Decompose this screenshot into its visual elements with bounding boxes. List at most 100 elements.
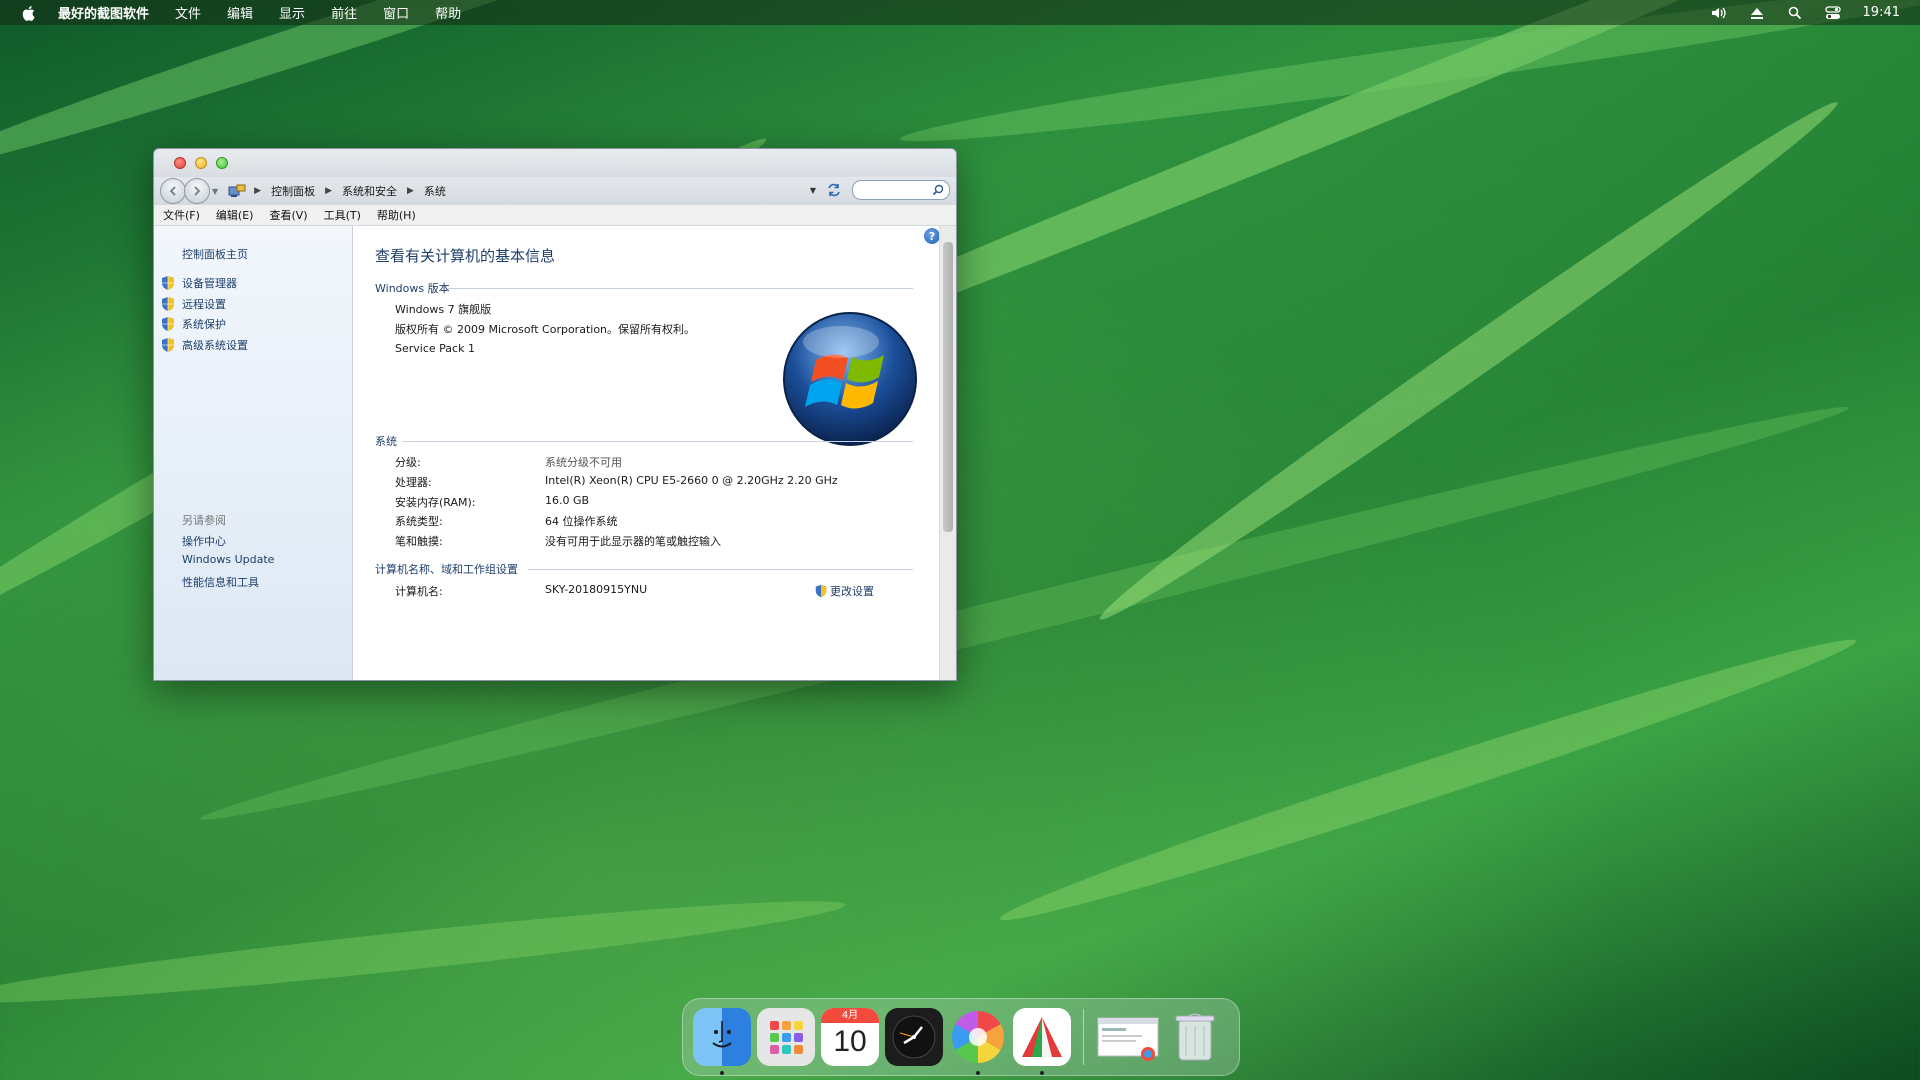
system-type-label: 系统类型: — [395, 515, 443, 528]
color-wheel-icon[interactable] — [949, 1008, 1007, 1075]
forward-arrow-icon — [194, 186, 201, 196]
calendar-icon[interactable]: 4月 10 — [821, 1008, 879, 1066]
trash-icon[interactable] — [1166, 1008, 1224, 1066]
launchpad-icon[interactable] — [757, 1008, 815, 1066]
menu-view[interactable]: 查看(V) — [269, 207, 307, 223]
breadcrumb-system[interactable]: 系统 — [424, 183, 446, 199]
shield-icon — [162, 276, 174, 290]
breadcrumb-control-panel[interactable]: 控制面板 — [271, 183, 315, 199]
breadcrumb-separator: ▶ — [254, 186, 262, 196]
pen-touch-value: 没有可用于此显示器的笔或触控输入 — [545, 535, 721, 548]
window-menubar: 文件(F) 编辑(E) 查看(V) 工具(T) 帮助(H) — [154, 205, 956, 226]
system-heading: 系统 — [375, 435, 397, 448]
sidebar-item-advanced-settings[interactable]: 高级系统设置 — [160, 337, 248, 353]
sidebar-item-system-protection[interactable]: 系统保护 — [160, 316, 226, 332]
breadcrumb-system-security[interactable]: 系统和安全 — [342, 183, 397, 199]
processor-value: Intel(R) Xeon(R) CPU E5-2660 0 @ 2.20GHz… — [545, 474, 838, 487]
minimize-button[interactable] — [195, 157, 207, 169]
volume-icon[interactable] — [1711, 5, 1727, 21]
shield-icon — [162, 297, 174, 311]
shield-icon — [815, 584, 827, 598]
action-center-link[interactable]: 操作中心 — [182, 533, 226, 549]
sidebar-item-label: 远程设置 — [182, 298, 226, 311]
ball-icon[interactable] — [1013, 1008, 1071, 1075]
pen-touch-label: 笔和触摸: — [395, 535, 443, 548]
see-also-heading: 另请参阅 — [182, 514, 226, 527]
running-indicator — [720, 1071, 724, 1075]
window-content: 控制面板主页 设备管理器 远程设置 系统保护 高级系统设置 另请参阅 操作中心 … — [154, 226, 956, 680]
menu-file[interactable]: 文件(F) — [163, 207, 200, 223]
refresh-icon[interactable] — [826, 182, 842, 198]
copyright-text: 版权所有 © 2009 Microsoft Corporation。保留所有权利… — [395, 323, 696, 336]
sidebar-item-device-manager[interactable]: 设备管理器 — [160, 275, 237, 291]
vertical-scrollbar[interactable] — [939, 226, 956, 680]
windows-logo — [783, 312, 917, 446]
zoom-button[interactable] — [216, 157, 228, 169]
running-indicator — [976, 1071, 980, 1075]
ram-value: 16.0 GB — [545, 494, 590, 507]
calendar-month: 4月 — [821, 1008, 879, 1023]
title-bar[interactable] — [154, 149, 956, 177]
change-settings-link[interactable]: 更改设置 — [814, 583, 874, 599]
sidebar-item-remote-settings[interactable]: 远程设置 — [160, 296, 226, 312]
app-menu[interactable]: 最好的截图软件 — [58, 3, 149, 22]
sidebar-item-label: 设备管理器 — [182, 277, 237, 290]
edition-heading: Windows 版本 — [375, 282, 450, 295]
eject-icon[interactable] — [1749, 5, 1765, 21]
menu-go[interactable]: 前往 — [331, 3, 357, 22]
divider — [448, 288, 913, 289]
divider — [402, 441, 913, 442]
system-type-value: 64 位操作系统 — [545, 515, 618, 528]
dock-separator — [1083, 1009, 1084, 1065]
menu-view[interactable]: 显示 — [279, 3, 305, 22]
shield-icon — [162, 338, 174, 352]
edition-value: Windows 7 旗舰版 — [395, 303, 492, 316]
menu-file[interactable]: 文件 — [175, 3, 201, 22]
breadcrumb-separator[interactable]: ▶ — [325, 186, 332, 196]
shield-icon — [162, 317, 174, 331]
calendar-day: 10 — [833, 1025, 867, 1058]
help-icon[interactable]: ? — [924, 228, 940, 244]
finder-icon[interactable] — [693, 1008, 751, 1075]
service-pack: Service Pack 1 — [395, 342, 475, 355]
system-window: ▼ ▶ 控制面板 ▶ 系统和安全 ▶ 系统 ▼ 文件(F) 编辑(E) 查看(V… — [153, 148, 957, 681]
search-input[interactable] — [852, 180, 950, 200]
dock: 4月 10 — [682, 998, 1240, 1076]
running-indicator — [1040, 1071, 1044, 1075]
processor-label: 处理器: — [395, 476, 432, 489]
sidebar-home-link[interactable]: 控制面板主页 — [182, 246, 248, 262]
menu-edit[interactable]: 编辑 — [227, 3, 253, 22]
computer-name-value: SKY-20180915YNU — [545, 583, 648, 596]
windows-update-link[interactable]: Windows Update — [182, 553, 274, 566]
breadcrumb-separator[interactable]: ▶ — [407, 186, 414, 196]
clock[interactable]: 19:41 — [1863, 5, 1900, 20]
menu-window[interactable]: 窗口 — [383, 3, 409, 22]
page-title: 查看有关计算机的基本信息 — [375, 247, 556, 265]
menu-tools[interactable]: 工具(T) — [324, 207, 361, 223]
apple-icon[interactable] — [20, 4, 38, 22]
menu-edit[interactable]: 编辑(E) — [216, 207, 254, 223]
window-thumbnail[interactable] — [1096, 1008, 1160, 1066]
control-center-icon[interactable] — [1824, 5, 1841, 21]
performance-tools-link[interactable]: 性能信息和工具 — [182, 574, 259, 590]
sidebar-item-label: 高级系统设置 — [182, 339, 248, 352]
address-dropdown-icon[interactable]: ▼ — [810, 186, 816, 195]
main-panel: ? 查看有关计算机的基本信息 Windows 版本 Windows 7 旗舰版 … — [353, 226, 956, 680]
rating-label: 分级: — [395, 456, 421, 469]
recent-pages-dropdown[interactable]: ▼ — [212, 187, 218, 196]
scrollbar-thumb[interactable] — [943, 242, 953, 532]
menu-help[interactable]: 帮助(H) — [377, 207, 416, 223]
clock-icon[interactable] — [885, 1008, 943, 1066]
computer-name-heading: 计算机名称、域和工作组设置 — [375, 563, 518, 576]
search-icon[interactable] — [1787, 5, 1803, 21]
close-button[interactable] — [174, 157, 186, 169]
divider — [528, 569, 913, 570]
control-panel-icon — [228, 184, 246, 197]
rating-value[interactable]: 系统分级不可用 — [545, 454, 622, 470]
forward-button[interactable] — [184, 178, 210, 204]
back-button[interactable] — [160, 178, 186, 204]
search-icon — [932, 184, 944, 196]
menu-help[interactable]: 帮助 — [435, 3, 461, 22]
ram-label: 安装内存(RAM): — [395, 496, 476, 509]
back-arrow-icon — [169, 186, 176, 196]
